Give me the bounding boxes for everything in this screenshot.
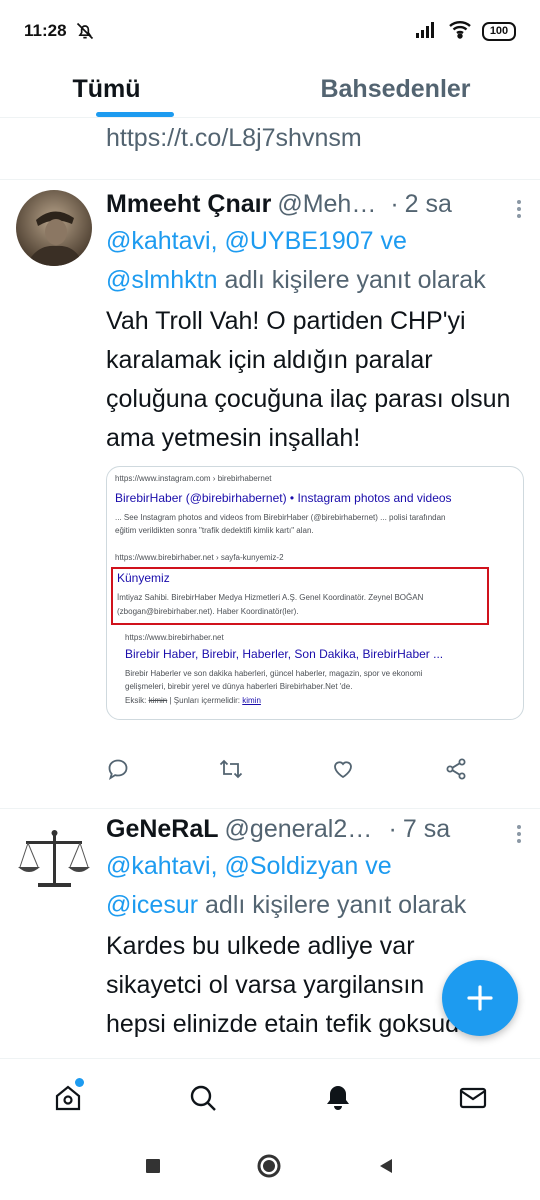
tweet-header: GeNeRaL @general20… · 7 sa — [106, 811, 524, 847]
tweet-body: Mmeeht Çnaır @Meh… · 2 sa @kahtavi, @UYB… — [106, 186, 524, 720]
reply-suffix: adlı kişilere yanıt olarak — [217, 266, 486, 294]
share-icon[interactable] — [442, 755, 470, 783]
tab-mentions[interactable]: Bahsedenler — [251, 62, 540, 117]
reply-mention[interactable]: @slmhktn — [106, 266, 218, 294]
result-url: https://www.birebirhaber.net — [125, 633, 224, 642]
reply-and: ve — [358, 852, 392, 880]
nav-messages[interactable] — [443, 1068, 503, 1128]
search-icon — [190, 1085, 216, 1111]
missing-word: kimin — [148, 696, 168, 705]
result-title: Künyemiz — [117, 571, 170, 585]
notification-tabs: Tümü Bahsedenler — [0, 62, 540, 118]
tweet[interactable]: Mmeeht Çnaır @Meh… · 2 sa @kahtavi, @UYB… — [0, 180, 540, 809]
reply-mentions[interactable]: @kahtavi, @Soldizyan — [106, 852, 358, 880]
author-handle[interactable]: @general20… — [225, 815, 375, 844]
must-word: kimin — [242, 696, 261, 705]
result-title: BirebirHaber (@birebirhabernet) • Instag… — [115, 491, 452, 505]
tweet-text: Vah Troll Vah! O partiden CHP'yi karalam… — [106, 307, 511, 452]
tweet-header: Mmeeht Çnaır @Meh… · 2 sa — [106, 186, 524, 222]
active-tab-indicator — [96, 112, 174, 117]
avatar[interactable] — [16, 190, 92, 266]
result-missing: Eksik: kimin | Şunları içermelidir: kimi… — [125, 694, 261, 707]
home-notification-dot — [74, 1077, 84, 1087]
author-handle[interactable]: @Meh… — [277, 190, 376, 219]
tab-all-label: Tümü — [72, 75, 141, 103]
tab-mentions-label: Bahsedenler — [320, 75, 471, 103]
recents-square-icon[interactable] — [144, 1157, 162, 1180]
result-url: https://www.instagram.com › birebirhaber… — [115, 474, 272, 483]
must-include: | Şunları içermelidir: — [169, 696, 241, 705]
back-triangle-icon[interactable] — [376, 1156, 396, 1181]
system-nav-bar — [0, 1136, 540, 1200]
reply-mentions[interactable]: @kahtavi, @UYBE1907 — [106, 227, 374, 255]
nav-home[interactable] — [38, 1068, 98, 1128]
tweet-time[interactable]: 7 sa — [403, 815, 450, 844]
nav-search[interactable] — [173, 1068, 233, 1128]
previous-tweet-link[interactable]: https://t.co/L8j7shvnsm — [106, 124, 362, 153]
separator-dot: · — [390, 189, 399, 218]
reply-mention[interactable]: @icesur — [106, 891, 198, 919]
status-bar: 11:28 100 — [0, 0, 540, 62]
author-name[interactable]: Mmeeht Çnaır — [106, 190, 271, 219]
status-time: 11:28 — [24, 21, 67, 40]
result-snippet: ... See Instagram photos and videos from… — [115, 513, 446, 522]
home-circle-icon[interactable] — [256, 1153, 282, 1184]
notifications-muted-icon — [75, 21, 95, 41]
tweet-text-line: Kardes bu ulkede adliye var — [106, 932, 415, 960]
result-snippet: gelişmeleri, birebir yerel ve dünya habe… — [125, 682, 353, 691]
more-options-icon[interactable] — [514, 825, 524, 843]
wifi-icon — [448, 19, 472, 44]
reply-context: @kahtavi, @UYBE1907 ve @slmhktn adlı kiş… — [106, 222, 524, 300]
compose-tweet-button[interactable] — [442, 960, 518, 1036]
missing-label: Eksik: — [125, 696, 147, 705]
bell-icon — [326, 1085, 349, 1110]
reply-context: @kahtavi, @Soldizyan ve @icesur adlı kiş… — [106, 847, 524, 925]
result-snippet: (zbogan@birebirhaber.net). Haber Koordin… — [117, 607, 299, 616]
result-title: Birebir Haber, Birebir, Haberler, Son Da… — [125, 647, 444, 661]
mail-icon — [459, 1087, 486, 1108]
signal-icon — [416, 20, 438, 43]
battery-indicator: 100 — [482, 21, 516, 41]
compose-plus-icon — [467, 985, 493, 1011]
separator-dot: · — [388, 814, 397, 843]
previous-tweet-tail[interactable]: https://t.co/L8j7shvnsm — [0, 118, 540, 180]
home-icon — [55, 1085, 80, 1110]
tab-all[interactable]: Tümü — [0, 62, 251, 117]
result-url: https://www.birebirhaber.net › sayfa-kun… — [115, 553, 284, 562]
notification-feed[interactable]: https://t.co/L8j7shvnsm Mmeeht Çnaır @Me… — [0, 118, 540, 1058]
result-snippet: Birebir Haberler ve son dakika haberleri… — [125, 669, 423, 678]
tweet-image[interactable]: https://www.instagram.com › birebirhaber… — [106, 466, 524, 720]
avatar[interactable] — [16, 821, 92, 897]
like-icon[interactable] — [329, 755, 357, 783]
reply-and: ve — [373, 227, 407, 255]
tweet-time[interactable]: 2 sa — [405, 190, 452, 219]
bottom-nav — [0, 1058, 540, 1136]
result-snippet: İmtiyaz Sahibi. BirebirHaber Medya Hizme… — [117, 593, 424, 602]
nav-notifications[interactable] — [308, 1068, 368, 1128]
author-name[interactable]: GeNeRaL — [106, 815, 219, 844]
tweet-actions — [104, 755, 470, 783]
reply-suffix: adlı kişilere yanıt olarak — [198, 891, 467, 919]
result-snippet: eğitim verildikten sonra "trafik dedekti… — [115, 526, 314, 535]
reply-icon[interactable] — [104, 755, 132, 783]
retweet-icon[interactable] — [217, 755, 245, 783]
more-options-icon[interactable] — [514, 200, 524, 218]
